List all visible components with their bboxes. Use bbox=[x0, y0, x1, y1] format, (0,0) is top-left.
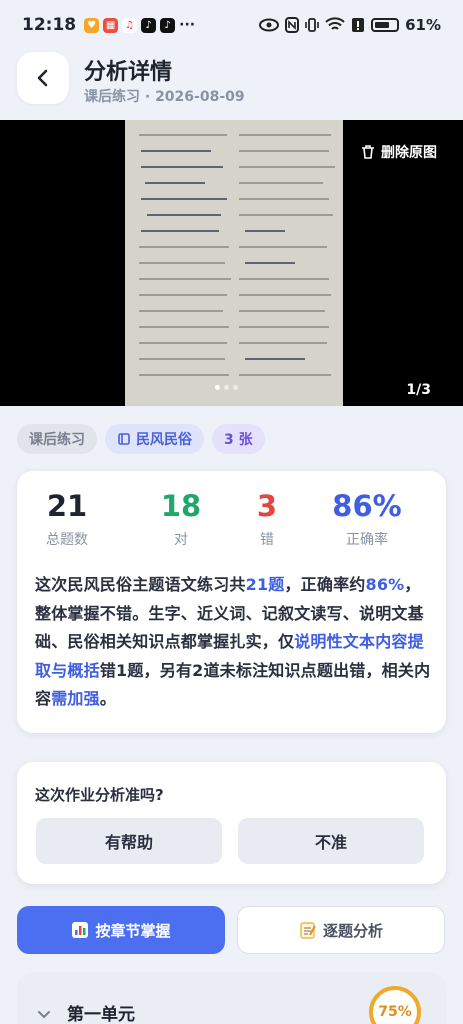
tiktok-icon: ♪ bbox=[141, 17, 157, 33]
stats-card: 21 总题数 18 对 3 错 86% 正确率 这次民风民俗主题语文练习共21题… bbox=[17, 471, 446, 733]
nfc-icon bbox=[285, 17, 300, 33]
delete-photo-label: 删除原图 bbox=[381, 145, 437, 161]
summary-text: 。 bbox=[99, 689, 117, 708]
vibrate-icon bbox=[305, 18, 319, 32]
grid-app-icon: ▦ bbox=[103, 17, 119, 33]
trash-icon bbox=[362, 145, 374, 159]
inaccurate-button[interactable]: 不准 bbox=[238, 818, 424, 864]
wifi-icon bbox=[325, 17, 345, 30]
chapter-name: 第一单元 bbox=[67, 1005, 135, 1024]
stat-correct: 18 对 bbox=[131, 489, 231, 549]
status-time: 12:18 bbox=[22, 15, 77, 35]
tag-topic: 民风民俗 bbox=[105, 424, 204, 454]
more-notifications-icon: ··· bbox=[179, 17, 196, 33]
homework-photo bbox=[125, 120, 343, 406]
tag-category: 课后练习 bbox=[17, 424, 97, 454]
summary-text: ，正确率约 bbox=[284, 575, 366, 594]
homework-photo-carousel[interactable]: 删除原图 1/3 bbox=[0, 120, 463, 406]
status-bar: 12:18 ♥ ▦ ♫ ♪ ♪ ··· 61% bbox=[0, 0, 463, 50]
eye-icon bbox=[259, 18, 280, 32]
tag-topic-label: 民风民俗 bbox=[136, 432, 192, 448]
stat-accuracy-label: 正确率 bbox=[346, 532, 388, 548]
stat-correct-value: 18 bbox=[160, 489, 202, 523]
delete-photo-button[interactable]: 删除原图 bbox=[360, 142, 437, 162]
carousel-indicator bbox=[215, 385, 238, 390]
chapter-mastery-ring: 75% bbox=[369, 986, 421, 1024]
page-title: 分析详情 bbox=[84, 60, 173, 85]
heart-app-icon: ♥ bbox=[84, 17, 100, 33]
chapter-section[interactable]: 第一单元 75% bbox=[17, 972, 446, 1024]
chevron-down-icon bbox=[38, 1011, 50, 1019]
music-app-icon: ♫ bbox=[122, 17, 138, 33]
tag-photo-count: 3 张 bbox=[212, 424, 265, 454]
summary-text: 这次民风民俗主题语文练习共 bbox=[35, 575, 246, 594]
stat-wrong: 3 错 bbox=[217, 489, 317, 549]
tab-by-question[interactable]: 逐题分析 bbox=[237, 906, 445, 954]
summary-highlight: 需加强 bbox=[51, 689, 100, 708]
chevron-left-icon bbox=[37, 69, 48, 87]
tiktok-icon: ♪ bbox=[160, 17, 176, 33]
page-subtitle: 课后练习 · 2026-08-09 bbox=[84, 89, 245, 105]
alert-icon bbox=[352, 18, 365, 32]
tab-by-chapter[interactable]: 按章节掌握 bbox=[17, 906, 225, 954]
stat-wrong-label: 错 bbox=[260, 532, 274, 548]
helpful-button[interactable]: 有帮助 bbox=[36, 818, 222, 864]
summary-highlight: 86% bbox=[365, 575, 405, 594]
stat-total: 21 总题数 bbox=[17, 489, 117, 549]
battery-percent: 61% bbox=[405, 16, 441, 34]
stat-total-value: 21 bbox=[46, 489, 88, 523]
battery-icon bbox=[371, 18, 400, 32]
book-icon bbox=[118, 433, 130, 445]
stat-total-label: 总题数 bbox=[46, 532, 88, 548]
photo-counter: 1/3 bbox=[406, 382, 431, 398]
stat-wrong-value: 3 bbox=[256, 489, 278, 523]
summary-highlight: 21题 bbox=[245, 575, 285, 594]
analysis-summary: 这次民风民俗主题语文练习共21题，正确率约86%，整体掌握不错。生字、近义词、记… bbox=[35, 571, 431, 714]
stat-accuracy-value: 86% bbox=[332, 489, 402, 523]
stat-correct-label: 对 bbox=[174, 532, 188, 548]
memo-icon bbox=[300, 922, 316, 939]
tab-by-chapter-label: 按章节掌握 bbox=[95, 921, 171, 940]
tag-row: 课后练习 民风民俗 3 张 bbox=[17, 424, 265, 454]
stat-accuracy: 86% 正确率 bbox=[317, 489, 417, 549]
feedback-question: 这次作业分析准吗? bbox=[35, 786, 164, 804]
bar-chart-icon bbox=[72, 922, 89, 938]
tab-by-question-label: 逐题分析 bbox=[322, 921, 383, 940]
feedback-card: 这次作业分析准吗? 有帮助 不准 bbox=[17, 762, 446, 884]
back-button[interactable] bbox=[17, 52, 69, 104]
